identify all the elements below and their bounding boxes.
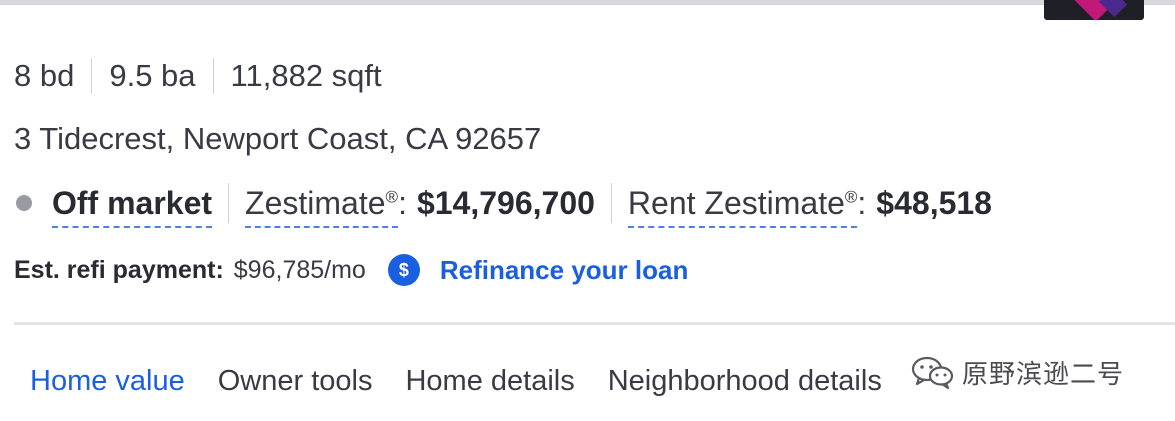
facts-separator <box>91 58 93 94</box>
rent-zestimate-value: $48,518 <box>876 184 992 221</box>
refinance-link[interactable]: Refinance your loan <box>440 255 689 286</box>
property-address: 3 Tidecrest, Newport Coast, CA 92657 <box>14 118 541 160</box>
zestimate-value: $14,796,700 <box>416 184 595 221</box>
section-divider <box>14 322 1175 325</box>
photo-thumbnail[interactable] <box>1044 0 1144 20</box>
status-separator <box>228 183 230 223</box>
dollar-icon: $ <box>387 254 420 286</box>
property-summary-panel: 8 bd 9.5 ba 11,882 sqft 3 Tidecrest, New… <box>0 0 1175 421</box>
watermark-text: 原野滨逊二号 <box>962 359 1125 390</box>
tab-neighborhood-details[interactable]: Neighborhood details <box>608 365 882 398</box>
rent-zestimate-label[interactable]: Rent Zestimate® <box>627 185 858 228</box>
top-divider <box>0 0 1175 5</box>
address-text: 3 Tidecrest, Newport Coast, CA 92657 <box>14 121 542 156</box>
refi-row: Est. refi payment: $96,785/mo $ Refinanc… <box>14 250 688 290</box>
tab-bar: Home value Owner tools Home details Neig… <box>30 358 915 404</box>
status-separator <box>610 183 612 223</box>
status-row: Off market Zestimate® : $14,796,700 Rent… <box>14 180 992 228</box>
beds-count: 8 bd <box>14 58 75 93</box>
facts-separator <box>212 58 214 94</box>
refi-label: Est. refi payment: <box>14 255 224 284</box>
sqft-count: 11,882 sqft <box>230 58 382 93</box>
status-dot-icon <box>16 195 32 211</box>
property-facts: 8 bd 9.5 ba 11,882 sqft <box>14 55 382 97</box>
tab-owner-tools[interactable]: Owner tools <box>218 365 373 398</box>
tab-home-value[interactable]: Home value <box>30 365 185 398</box>
tab-home-details[interactable]: Home details <box>405 365 574 398</box>
wechat-icon <box>911 356 954 389</box>
watermark: 原野滨逊二号 <box>910 350 1131 394</box>
refi-amount: $96,785/mo <box>233 255 366 284</box>
baths-count: 9.5 ba <box>109 58 196 93</box>
status-label[interactable]: Off market <box>52 185 213 228</box>
zestimate-label[interactable]: Zestimate® <box>245 185 399 228</box>
